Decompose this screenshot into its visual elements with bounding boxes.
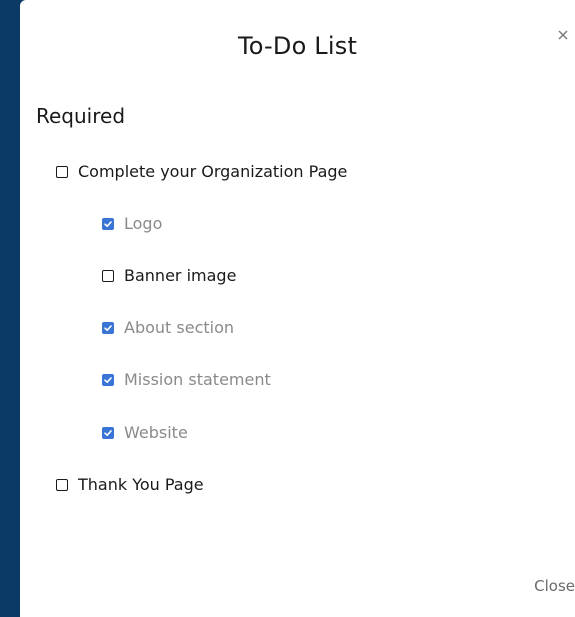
checkbox-unchecked-icon[interactable] — [102, 269, 114, 282]
checkbox-checked-icon[interactable] — [102, 426, 114, 439]
todo-item-about-section[interactable]: About section — [102, 318, 234, 337]
todo-item-label: About section — [124, 318, 235, 337]
checkbox-unchecked-icon[interactable] — [56, 478, 68, 491]
section-heading-required: Required — [36, 104, 126, 128]
todo-item-label: Website — [124, 423, 188, 442]
page-backdrop: To-Do List Required Complete your Organi… — [0, 0, 575, 617]
checkbox-checked-icon[interactable] — [102, 373, 114, 386]
checkbox-checked-icon[interactable] — [102, 321, 114, 334]
todo-item-label: Mission statement — [124, 370, 271, 389]
todo-item-label: Thank You Page — [78, 475, 204, 494]
checkbox-unchecked-icon[interactable] — [56, 165, 68, 178]
todo-item-website[interactable]: Website — [102, 423, 188, 442]
modal-title: To-Do List — [237, 32, 358, 60]
todo-modal: To-Do List Required Complete your Organi… — [20, 0, 575, 617]
todo-item-thank-you-page[interactable]: Thank You Page — [56, 475, 204, 494]
todo-item-logo[interactable]: Logo — [102, 214, 162, 233]
todo-item-label: Logo — [124, 214, 163, 233]
todo-item-mission-statement[interactable]: Mission statement — [102, 370, 271, 389]
todo-item-banner-image[interactable]: Banner image — [102, 266, 236, 285]
todo-item-organization-page[interactable]: Complete your Organization Page — [56, 162, 347, 181]
todo-item-label: Banner image — [124, 266, 237, 285]
todo-item-label: Complete your Organization Page — [78, 162, 348, 181]
close-icon[interactable] — [555, 27, 571, 43]
checkbox-checked-icon[interactable] — [102, 217, 114, 230]
close-button[interactable]: Close — [534, 577, 575, 595]
